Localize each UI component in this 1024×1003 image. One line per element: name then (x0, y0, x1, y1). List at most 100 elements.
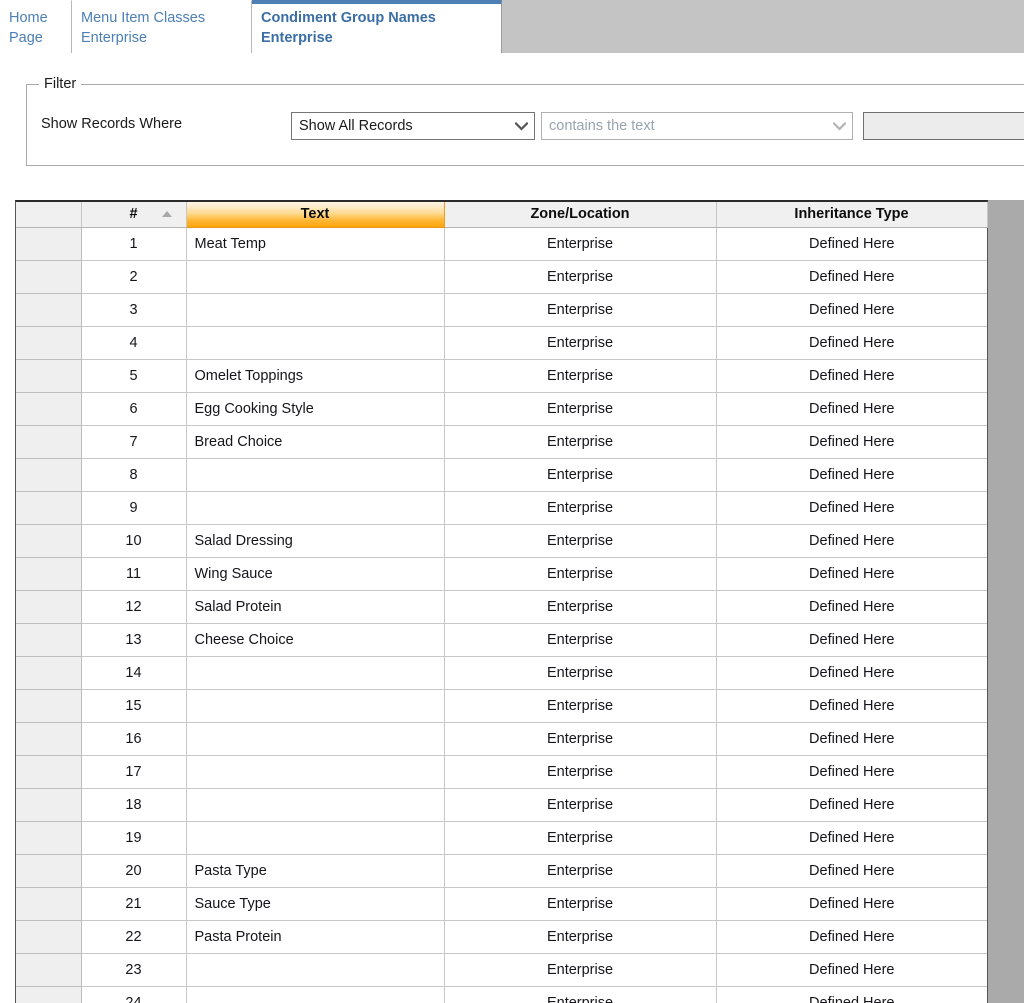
row-inheritance-type-cell[interactable]: Defined Here (716, 524, 987, 558)
row-number-cell[interactable]: 14 (81, 656, 187, 690)
row-selector-cell[interactable] (16, 656, 82, 690)
row-inheritance-type-cell[interactable]: Defined Here (716, 854, 987, 888)
row-zone-location-cell[interactable]: Enterprise (444, 458, 717, 492)
row-selector-cell[interactable] (16, 524, 82, 558)
table-row[interactable]: 11 Wing Sauce Enterprise Defined Here (16, 557, 987, 591)
row-zone-location-cell[interactable]: Enterprise (444, 788, 717, 822)
row-text-cell[interactable] (186, 689, 445, 723)
row-inheritance-type-cell[interactable]: Defined Here (716, 227, 987, 261)
row-selector-cell[interactable] (16, 590, 82, 624)
row-inheritance-type-cell[interactable]: Defined Here (716, 392, 987, 426)
row-text-cell[interactable]: Egg Cooking Style (186, 392, 445, 426)
column-header-text[interactable]: Text (186, 202, 445, 228)
row-zone-location-cell[interactable]: Enterprise (444, 425, 717, 459)
table-row[interactable]: 16 Enterprise Defined Here (16, 722, 987, 756)
row-text-cell[interactable] (186, 656, 445, 690)
row-zone-location-cell[interactable]: Enterprise (444, 524, 717, 558)
table-row[interactable]: 14 Enterprise Defined Here (16, 656, 987, 690)
row-inheritance-type-cell[interactable]: Defined Here (716, 623, 987, 657)
row-text-cell[interactable]: Cheese Choice (186, 623, 445, 657)
row-number-cell[interactable]: 6 (81, 392, 187, 426)
grid-vertical-scrollbar[interactable] (988, 200, 1024, 1003)
row-zone-location-cell[interactable]: Enterprise (444, 953, 717, 987)
row-text-cell[interactable] (186, 326, 445, 360)
row-number-cell[interactable]: 21 (81, 887, 187, 921)
row-number-cell[interactable]: 4 (81, 326, 187, 360)
row-selector-cell[interactable] (16, 392, 82, 426)
row-number-cell[interactable]: 1 (81, 227, 187, 261)
table-row[interactable]: 18 Enterprise Defined Here (16, 788, 987, 822)
row-inheritance-type-cell[interactable]: Defined Here (716, 656, 987, 690)
row-number-cell[interactable]: 23 (81, 953, 187, 987)
row-selector-cell[interactable] (16, 425, 82, 459)
row-inheritance-type-cell[interactable]: Defined Here (716, 788, 987, 822)
row-zone-location-cell[interactable]: Enterprise (444, 491, 717, 525)
row-text-cell[interactable] (186, 260, 445, 294)
row-inheritance-type-cell[interactable]: Defined Here (716, 260, 987, 294)
row-selector-cell[interactable] (16, 788, 82, 822)
row-text-cell[interactable]: Meat Temp (186, 227, 445, 261)
row-number-cell[interactable]: 11 (81, 557, 187, 591)
row-selector-cell[interactable] (16, 227, 82, 261)
row-number-cell[interactable]: 13 (81, 623, 187, 657)
row-inheritance-type-cell[interactable]: Defined Here (716, 458, 987, 492)
row-text-cell[interactable] (186, 953, 445, 987)
table-row[interactable]: 21 Sauce Type Enterprise Defined Here (16, 887, 987, 921)
row-text-cell[interactable] (186, 722, 445, 756)
table-row[interactable]: 1 Meat Temp Enterprise Defined Here (16, 227, 987, 261)
tab-home-page[interactable]: Home Page (0, 0, 72, 53)
row-zone-location-cell[interactable]: Enterprise (444, 623, 717, 657)
row-number-cell[interactable]: 18 (81, 788, 187, 822)
table-row[interactable]: 8 Enterprise Defined Here (16, 458, 987, 492)
row-zone-location-cell[interactable]: Enterprise (444, 986, 717, 1003)
row-selector-cell[interactable] (16, 458, 82, 492)
table-row[interactable]: 6 Egg Cooking Style Enterprise Defined Here (16, 392, 987, 426)
row-zone-location-cell[interactable]: Enterprise (444, 821, 717, 855)
row-inheritance-type-cell[interactable]: Defined Here (716, 821, 987, 855)
row-selector-cell[interactable] (16, 260, 82, 294)
column-header-number[interactable]: # (81, 202, 187, 228)
tab-condiment-group-names[interactable]: Condiment Group Names Enterprise (252, 0, 502, 53)
row-zone-location-cell[interactable]: Enterprise (444, 755, 717, 789)
row-text-cell[interactable]: Wing Sauce (186, 557, 445, 591)
row-zone-location-cell[interactable]: Enterprise (444, 260, 717, 294)
row-text-cell[interactable]: Salad Dressing (186, 524, 445, 558)
row-number-cell[interactable]: 2 (81, 260, 187, 294)
table-row[interactable]: 20 Pasta Type Enterprise Defined Here (16, 854, 987, 888)
row-text-cell[interactable] (186, 755, 445, 789)
row-number-cell[interactable]: 12 (81, 590, 187, 624)
row-zone-location-cell[interactable]: Enterprise (444, 722, 717, 756)
row-inheritance-type-cell[interactable]: Defined Here (716, 359, 987, 393)
row-selector-cell[interactable] (16, 326, 82, 360)
row-number-cell[interactable]: 8 (81, 458, 187, 492)
row-inheritance-type-cell[interactable]: Defined Here (716, 326, 987, 360)
table-row[interactable]: 7 Bread Choice Enterprise Defined Here (16, 425, 987, 459)
row-inheritance-type-cell[interactable]: Defined Here (716, 689, 987, 723)
row-inheritance-type-cell[interactable]: Defined Here (716, 887, 987, 921)
row-inheritance-type-cell[interactable]: Defined Here (716, 986, 987, 1003)
row-number-cell[interactable]: 9 (81, 491, 187, 525)
row-selector-cell[interactable] (16, 623, 82, 657)
row-text-cell[interactable] (186, 986, 445, 1003)
row-text-cell[interactable]: Pasta Type (186, 854, 445, 888)
row-selector-cell[interactable] (16, 722, 82, 756)
row-text-cell[interactable]: Sauce Type (186, 887, 445, 921)
row-text-cell[interactable]: Salad Protein (186, 590, 445, 624)
row-number-cell[interactable]: 16 (81, 722, 187, 756)
row-inheritance-type-cell[interactable]: Defined Here (716, 920, 987, 954)
row-text-cell[interactable]: Bread Choice (186, 425, 445, 459)
row-selector-cell[interactable] (16, 557, 82, 591)
row-zone-location-cell[interactable]: Enterprise (444, 920, 717, 954)
row-selector-cell[interactable] (16, 293, 82, 327)
row-number-cell[interactable]: 22 (81, 920, 187, 954)
row-zone-location-cell[interactable]: Enterprise (444, 689, 717, 723)
row-zone-location-cell[interactable]: Enterprise (444, 293, 717, 327)
table-row[interactable]: 23 Enterprise Defined Here (16, 953, 987, 987)
row-zone-location-cell[interactable]: Enterprise (444, 227, 717, 261)
table-row[interactable]: 4 Enterprise Defined Here (16, 326, 987, 360)
row-selector-cell[interactable] (16, 359, 82, 393)
table-row[interactable]: 12 Salad Protein Enterprise Defined Here (16, 590, 987, 624)
row-zone-location-cell[interactable]: Enterprise (444, 392, 717, 426)
row-text-cell[interactable]: Pasta Protein (186, 920, 445, 954)
row-number-cell[interactable]: 17 (81, 755, 187, 789)
